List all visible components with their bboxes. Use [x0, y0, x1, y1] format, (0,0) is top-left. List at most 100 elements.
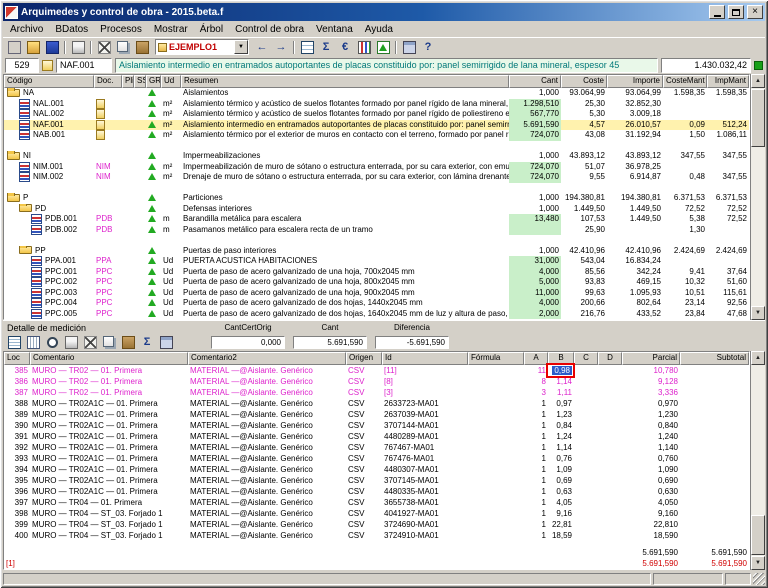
cell-ud[interactable] — [161, 193, 181, 204]
cell-formula[interactable] — [468, 464, 524, 475]
cell-codigo[interactable]: PP — [4, 245, 94, 257]
cell-loc[interactable]: 397 — [4, 497, 30, 508]
cell-subtotal[interactable] — [680, 497, 749, 508]
cell-ud[interactable] — [161, 151, 181, 162]
concept-code-field[interactable]: NAF.001 — [56, 57, 112, 73]
cell-c[interactable] — [574, 464, 598, 475]
cell-pli[interactable] — [122, 267, 134, 278]
new-document-icon[interactable] — [5, 39, 23, 56]
cell-ud[interactable]: Ud — [161, 256, 181, 267]
cell-doc[interactable] — [94, 193, 122, 204]
cell-comentario2[interactable]: MATERIAL —@Aislante. Genérico — [188, 497, 346, 508]
cell-loc[interactable]: 395 — [4, 475, 30, 486]
cell-d[interactable] — [598, 475, 622, 486]
cell-parcial[interactable]: 1,240 — [622, 431, 680, 442]
cell-gr[interactable] — [146, 99, 161, 110]
cell-gr[interactable] — [146, 193, 161, 204]
scrollbar-thumb[interactable] — [751, 89, 765, 147]
row-number-field[interactable]: 529 — [5, 57, 39, 73]
cell-comentario[interactable]: MURO — TR02A1C — 01. Primera — [30, 442, 188, 453]
cell-coste[interactable]: 25,30 — [561, 99, 607, 110]
scroll-up-icon[interactable]: ▲ — [751, 74, 765, 88]
cell-origen[interactable]: CSV — [346, 442, 382, 453]
cell-parcial[interactable]: 0,970 — [622, 398, 680, 409]
cell-b[interactable]: 0,76 — [548, 453, 574, 464]
cell-costemant[interactable]: 1,50 — [663, 130, 707, 141]
cell-coste[interactable]: 4,57 — [561, 119, 607, 130]
cell-comentario[interactable]: MURO — TR02A1C — 01. Primera — [30, 398, 188, 409]
cell-a[interactable]: 1 — [524, 464, 548, 475]
menu-item-bdatos[interactable]: BDatos — [49, 23, 94, 36]
cell-d[interactable] — [598, 530, 622, 541]
cell-pli[interactable] — [122, 309, 134, 320]
cell-resumen[interactable]: Puertas de paso interiores — [181, 246, 509, 257]
cell-ss[interactable] — [134, 267, 146, 278]
cell-gr[interactable] — [146, 277, 161, 288]
cell-ss[interactable] — [134, 256, 146, 267]
cell-comentario2[interactable]: MATERIAL —@Aislante. Genérico — [188, 365, 346, 376]
cell-c[interactable] — [574, 431, 598, 442]
cell-cant[interactable] — [509, 224, 561, 235]
budget-row[interactable]: NAB.001 m² Aislamiento térmico por el exte… — [4, 130, 749, 141]
cell-codigo[interactable]: NAF.001 — [4, 119, 94, 130]
cell-comentario[interactable]: MURO — TR02A1C — 01. Primera — [30, 453, 188, 464]
cell-doc[interactable]: PPA — [94, 256, 122, 267]
cell-importe[interactable]: 31.192,94 — [607, 130, 663, 141]
diferencia-field[interactable]: -5.691,590 — [375, 336, 449, 349]
cell-origen[interactable]: CSV — [346, 453, 382, 464]
cell-d[interactable] — [598, 409, 622, 420]
cell-codigo[interactable]: NAL.001 — [4, 98, 94, 110]
cell-pli[interactable] — [122, 288, 134, 299]
cell-importe[interactable] — [607, 225, 663, 236]
cell-d[interactable] — [598, 453, 622, 464]
cell-ud[interactable] — [161, 204, 181, 215]
cell-parcial[interactable]: 22,810 — [622, 519, 680, 530]
cell-a[interactable]: 1 — [524, 508, 548, 519]
cell-d[interactable] — [598, 387, 622, 398]
cell-comentario2[interactable]: MATERIAL —@Aislante. Genérico — [188, 387, 346, 398]
cell-pli[interactable] — [122, 130, 134, 141]
cell-a[interactable]: 1 — [524, 519, 548, 530]
cell-ss[interactable] — [134, 130, 146, 141]
chapter-row[interactable]: NI Impermeabilizaciones 1,000 43.893,12 43.8… — [4, 151, 749, 162]
cell-importe[interactable]: 802,64 — [607, 298, 663, 309]
cell-cant[interactable]: 31,000 — [509, 256, 561, 267]
cell-subtotal[interactable] — [680, 431, 749, 442]
budget-row[interactable]: PDB.001 PDB m Barandilla metálica para esca… — [4, 214, 749, 225]
cell-gr[interactable] — [146, 225, 161, 236]
cell-c[interactable] — [574, 486, 598, 497]
cell-doc[interactable]: PPC — [94, 267, 122, 278]
cell-comentario[interactable]: MURO — TR02A1C — 01. Primera — [30, 464, 188, 475]
cell-c[interactable] — [574, 497, 598, 508]
cell-pli[interactable] — [122, 151, 134, 162]
sum-icon[interactable]: Σ — [317, 39, 335, 56]
cell-impmant[interactable] — [707, 99, 749, 110]
cell-b[interactable]: 1,09 — [548, 464, 574, 475]
cell-b[interactable]: 0,98 — [546, 363, 575, 378]
cell-codigo[interactable]: NA — [4, 88, 94, 99]
cell-formula[interactable] — [468, 475, 524, 486]
budget-row[interactable]: PPC.001 PPC Ud Puerta de paso de acero galv… — [4, 266, 749, 278]
cell-costemant[interactable]: 1.598,35 — [663, 88, 707, 99]
cell-coste[interactable]: 25,90 — [561, 225, 607, 236]
cell-impmant[interactable]: 6.371,53 — [707, 193, 749, 204]
cell-importe[interactable]: 433,52 — [607, 309, 663, 320]
menu-item-ayuda[interactable]: Ayuda — [359, 23, 399, 36]
cell-coste[interactable]: 194.380,81 — [561, 193, 607, 204]
cell-ss[interactable] — [134, 193, 146, 204]
cell-loc[interactable]: 386 — [4, 376, 30, 387]
cell-resumen[interactable]: Aislamientos — [181, 88, 509, 99]
budget-row[interactable]: PPA.001 PPA Ud PUERTA ACUSTICA HABITACIONES… — [4, 256, 749, 267]
cell-subtotal[interactable] — [680, 464, 749, 475]
cell-coste[interactable]: 43.893,12 — [561, 151, 607, 162]
cell-parcial[interactable]: 4,050 — [622, 497, 680, 508]
column-header-gr[interactable]: GR — [146, 75, 161, 88]
cell-id[interactable]: 2633723-MA01 — [382, 398, 468, 409]
cell-resumen[interactable]: PUERTA ACUSTICA HABITACIONES — [181, 256, 509, 267]
measure-row[interactable]: 394 MURO — TR02A1C — 01. Primera MATERIAL … — [4, 464, 749, 475]
cell-importe[interactable]: 93.064,99 — [607, 88, 663, 99]
cell-subtotal[interactable] — [680, 508, 749, 519]
cell-ss[interactable] — [134, 214, 146, 225]
cell-formula[interactable] — [468, 530, 524, 541]
cell-a[interactable]: 1 — [524, 453, 548, 464]
